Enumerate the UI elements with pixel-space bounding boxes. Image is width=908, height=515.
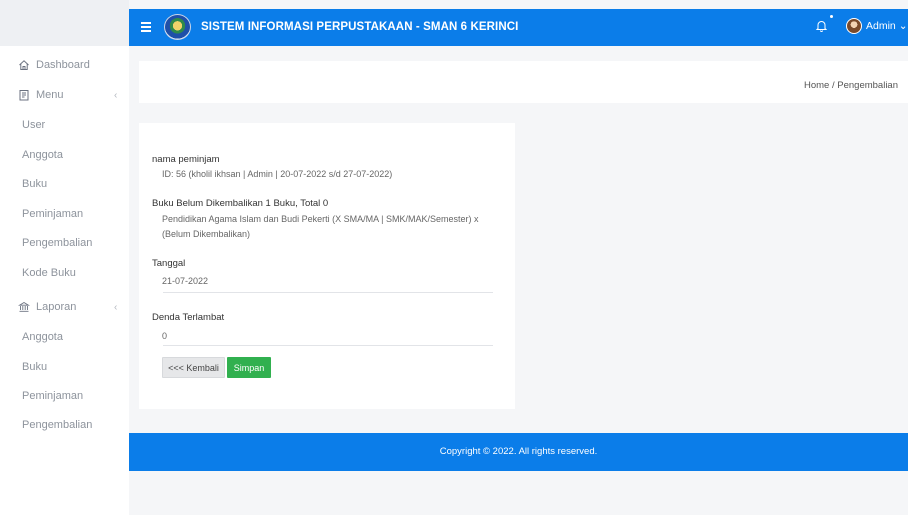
breadcrumb[interactable]: Home / Pengembalian — [804, 80, 898, 91]
sidebar-item-buku[interactable]: Buku — [22, 178, 47, 190]
clipboard-icon — [18, 89, 30, 101]
sidebar-item-label: Dashboard — [36, 59, 90, 71]
chevron-left-icon[interactable]: ‹ — [114, 90, 117, 101]
save-button[interactable]: Simpan — [227, 357, 271, 378]
fine-field[interactable]: 0 — [162, 331, 167, 341]
borrower-label: nama peminjam — [152, 154, 220, 165]
sidebar-brand — [0, 0, 129, 46]
fine-label: Denda Terlambat — [152, 312, 225, 323]
sidebar-item-label: Buku — [22, 361, 48, 373]
chevron-down-icon: ⌄ — [898, 20, 908, 32]
sidebar-item-pengembalian[interactable]: Pengembalian — [22, 237, 92, 249]
hamburger-menu-icon[interactable] — [141, 22, 151, 32]
fine-field-underline — [163, 345, 493, 346]
user-menu[interactable]: Admin ⌄ — [866, 20, 908, 32]
notification-dot — [830, 15, 833, 18]
sidebar-item-dashboard[interactable]: Dashboard — [18, 59, 90, 71]
sidebar-item-label: Pengembalian — [22, 419, 93, 431]
sidebar-group-menu[interactable]: Menu — [18, 89, 64, 101]
borrower-value: ID: 56 (kholil ikhsan | Admin | 20-07-20… — [162, 169, 393, 179]
sidebar-item-label: Anggota — [22, 149, 63, 161]
footer: Copyright © 2022. All rights reserved. — [129, 433, 908, 471]
sidebar-report-anggota[interactable]: Anggota — [22, 331, 63, 343]
date-label: Tanggal — [152, 258, 186, 269]
sidebar-report-peminjaman[interactable]: Peminjaman — [22, 390, 83, 402]
sidebar-item-user[interactable]: User — [22, 119, 45, 131]
date-field[interactable]: 21-07-2022 — [162, 276, 208, 286]
bell-icon[interactable] — [815, 19, 828, 32]
bank-icon — [17, 301, 31, 313]
sidebar-group-laporan[interactable]: Laporan — [17, 301, 77, 313]
books-value: Pendidikan Agama Islam dan Budi Pekerti … — [162, 214, 479, 239]
sidebar-item-label: Peminjaman — [22, 390, 84, 402]
user-label: Admin — [866, 20, 896, 32]
app-title: SISTEM INFORMASI PERPUSTAKAAN - SMAN 6 K… — [201, 21, 519, 33]
sidebar-item-label: Anggota — [22, 331, 63, 343]
sidebar-item-kode-buku[interactable]: Kode Buku — [22, 267, 76, 279]
date-field-underline — [163, 292, 493, 293]
sidebar-report-buku[interactable]: Buku — [22, 361, 47, 373]
sidebar-item-label: Buku — [22, 178, 48, 190]
sidebar-item-peminjaman[interactable]: Peminjaman — [22, 208, 83, 220]
sidebar-report-pengembalian[interactable]: Pengembalian — [22, 419, 92, 431]
top-navbar: SISTEM INFORMASI PERPUSTAKAAN - SMAN 6 K… — [129, 9, 908, 46]
sidebar-item-anggota[interactable]: Anggota — [22, 149, 63, 161]
copyright-text: Copyright © 2022. All rights reserved. — [439, 446, 598, 457]
return-form-card: nama peminjam ID: 56 (kholil ikhsan | Ad… — [139, 123, 515, 409]
school-logo — [164, 14, 191, 40]
back-button[interactable]: <<< Kembali — [162, 357, 225, 378]
avatar[interactable] — [846, 18, 862, 34]
sidebar-group-label: Menu — [36, 89, 64, 101]
sidebar-item-label: User — [22, 119, 46, 131]
sidebar: Dashboard Menu ‹ User Anggota Buku Pemin… — [0, 0, 129, 515]
chevron-left-icon[interactable]: ‹ — [114, 302, 117, 313]
sidebar-group-label: Laporan — [36, 301, 77, 313]
breadcrumb-bar: Home / Pengembalian — [139, 61, 908, 103]
books-label: Buku Belum Dikembalikan 1 Buku, Total 0 — [152, 198, 329, 209]
sidebar-item-label: Peminjaman — [22, 208, 84, 220]
sidebar-item-label: Kode Buku — [22, 267, 76, 279]
sidebar-item-label: Pengembalian — [22, 237, 93, 249]
home-icon — [18, 59, 30, 71]
